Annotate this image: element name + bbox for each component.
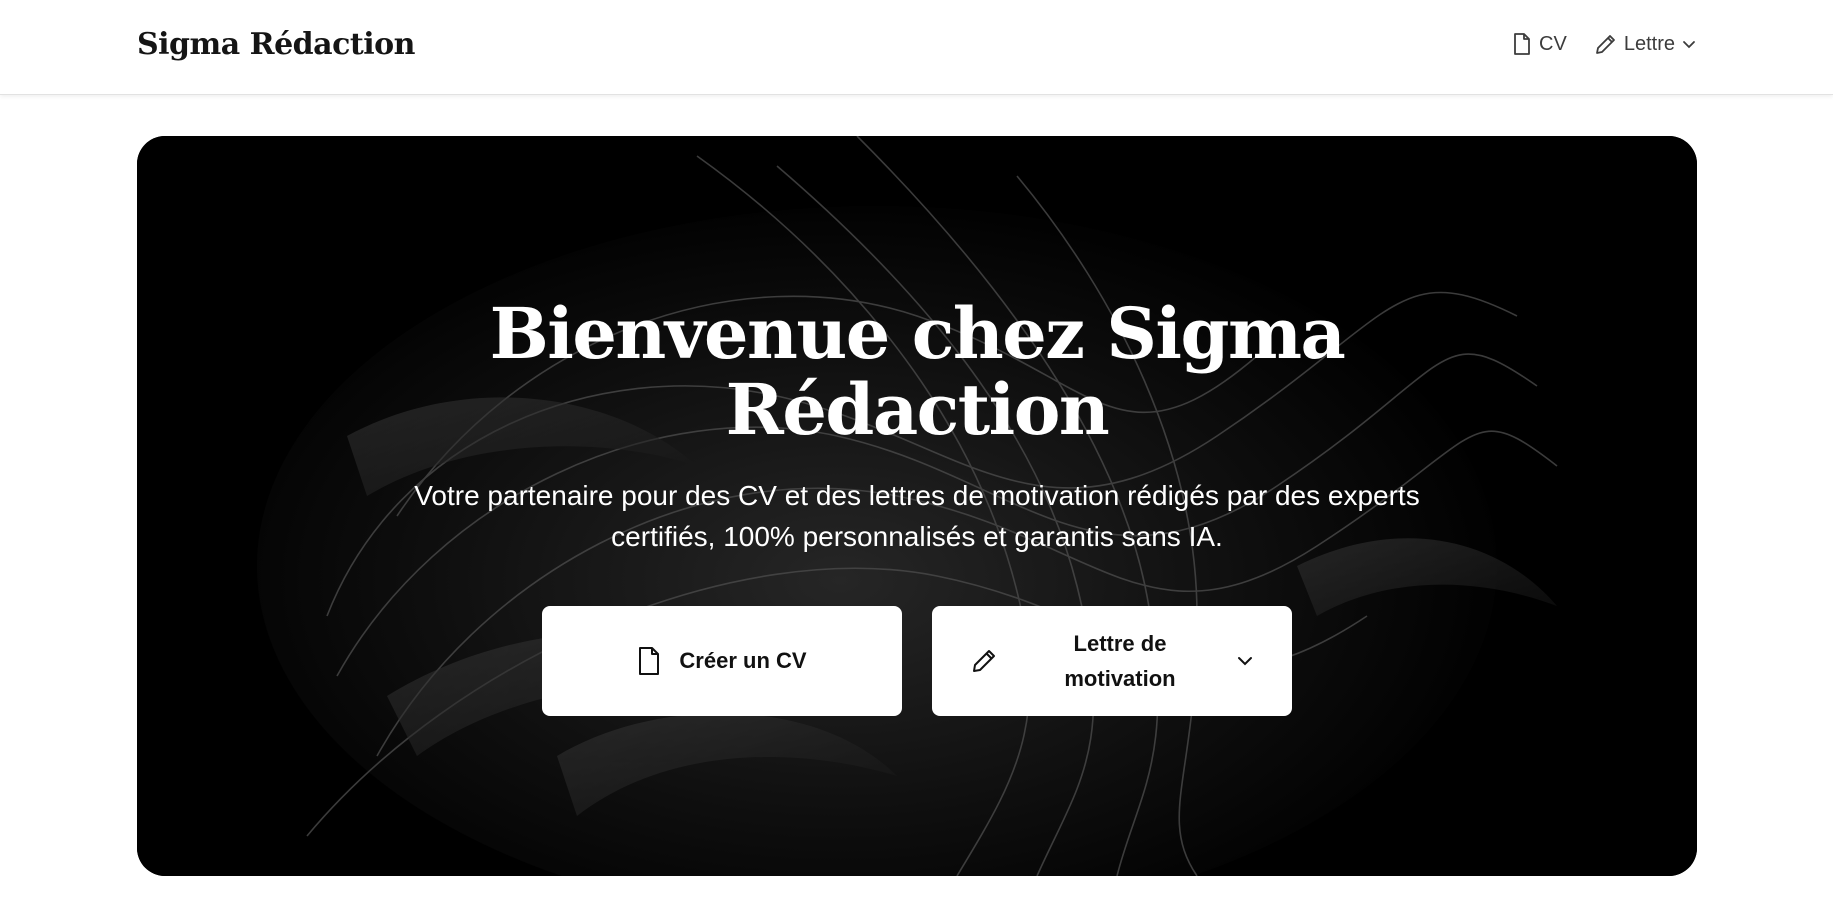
nav-cv-label: CV <box>1539 32 1567 55</box>
cover-letter-label: Lettre de motivation <box>1064 631 1176 691</box>
file-icon <box>1514 33 1530 55</box>
nav-lettre-label: Lettre <box>1623 32 1675 55</box>
chevron-down-icon <box>1238 657 1252 666</box>
cover-letter-dropdown-button[interactable]: Lettre de motivation <box>932 606 1292 716</box>
main-nav: CV Lettre <box>1512 32 1696 56</box>
pencil-icon <box>1595 35 1615 54</box>
file-icon <box>639 647 660 675</box>
hero-title: Bienvenue chez Sigma Rédaction <box>489 292 1346 451</box>
pencil-icon <box>973 650 995 672</box>
nav-link-lettre-dropdown[interactable]: Lettre <box>1595 33 1696 56</box>
top-navbar: Sigma Rédaction CV Lettre <box>0 0 1833 95</box>
brand-logo[interactable]: Sigma Rédaction <box>137 27 415 62</box>
create-cv-button[interactable]: Créer un CV <box>542 606 902 716</box>
hero-content: Bienvenue chez Sigma Rédaction Votre par… <box>137 136 1697 876</box>
hero-banner: Bienvenue chez Sigma Rédaction Votre par… <box>137 136 1697 876</box>
hero-subtitle: Votre partenaire pour des CV et des lett… <box>414 480 1420 552</box>
create-cv-label: Créer un CV <box>679 648 807 673</box>
nav-link-cv[interactable]: CV <box>1512 32 1567 56</box>
chevron-down-icon <box>1683 41 1695 49</box>
